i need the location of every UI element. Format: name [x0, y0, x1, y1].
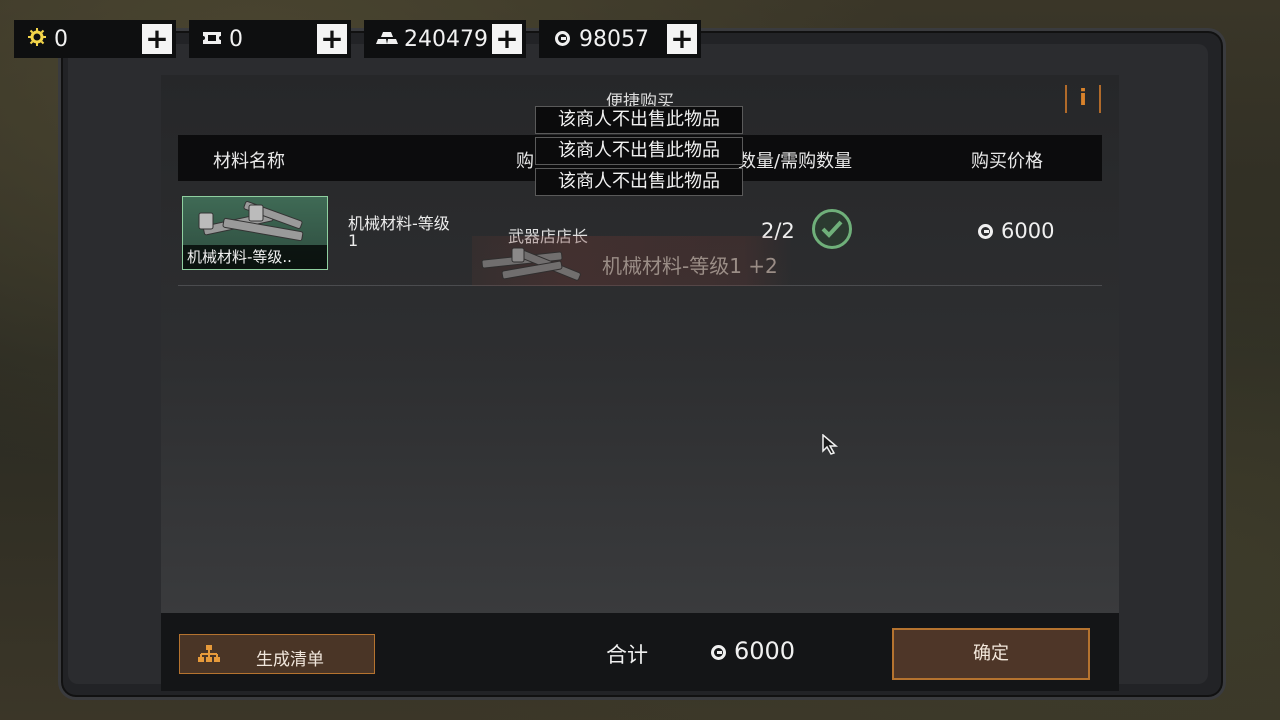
generate-list-button[interactable]: 生成清单: [179, 634, 375, 674]
mouse-cursor-icon: [822, 434, 839, 455]
add-credit-button[interactable]: +: [667, 24, 697, 54]
add-ticket-button[interactable]: +: [317, 24, 347, 54]
drag-ghost: 机械材料-等级1 +2: [472, 236, 792, 286]
header-price: 购买价格: [971, 151, 1043, 172]
credit-coin-icon: [711, 645, 726, 660]
confirm-button[interactable]: 确定: [892, 628, 1090, 680]
credit-coin-icon: [551, 30, 573, 49]
currency-credit-value: 98057: [579, 26, 649, 52]
currency-gold: 240479 +: [364, 20, 526, 58]
tooltip-not-sold: 该商人不出售此物品: [535, 137, 743, 165]
drag-ghost-label: 机械材料-等级1 +2: [602, 254, 778, 278]
bolts-icon: [198, 201, 304, 242]
gold-bars-icon: [376, 30, 398, 49]
total-price: 6000: [711, 637, 795, 665]
tooltip-not-sold: 该商人不出售此物品: [535, 106, 743, 134]
add-gear-button[interactable]: +: [142, 24, 172, 54]
item-price: 6000: [978, 219, 1054, 243]
footer-bar: 生成清单 合计 6000 确定: [161, 613, 1119, 691]
credit-coin-icon: [978, 224, 993, 239]
item-thumbnail-caption: 机械材料-等级..: [183, 245, 327, 269]
generate-list-label: 生成清单: [256, 650, 324, 670]
currency-gear: 0 +: [14, 20, 176, 58]
currency-credit: 98057 +: [539, 20, 701, 58]
hierarchy-icon: [198, 645, 220, 668]
bolts-ghost-icon: [481, 247, 581, 281]
gear-coin-icon: [26, 28, 48, 50]
currency-gear-value: 0: [54, 26, 68, 52]
info-button[interactable]: i: [1065, 85, 1101, 113]
tooltip-not-sold: 该商人不出售此物品: [535, 168, 743, 196]
currency-ticket: 0 +: [189, 20, 351, 58]
currency-ticket-value: 0: [229, 26, 243, 52]
total-label: 合计: [606, 643, 648, 667]
currency-gold-value: 240479: [404, 26, 488, 52]
item-price-value: 6000: [1001, 219, 1055, 243]
header-seller: 购: [516, 151, 534, 172]
item-thumbnail[interactable]: 机械材料-等级..: [182, 196, 328, 270]
header-qty: 数量/需购数量: [738, 151, 853, 172]
add-gold-button[interactable]: +: [492, 24, 522, 54]
ticket-icon: [201, 30, 223, 49]
check-icon[interactable]: [812, 209, 852, 249]
total-price-value: 6000: [734, 637, 796, 665]
item-name: 机械材料-等级1: [348, 214, 450, 250]
header-name: 材料名称: [213, 151, 285, 172]
